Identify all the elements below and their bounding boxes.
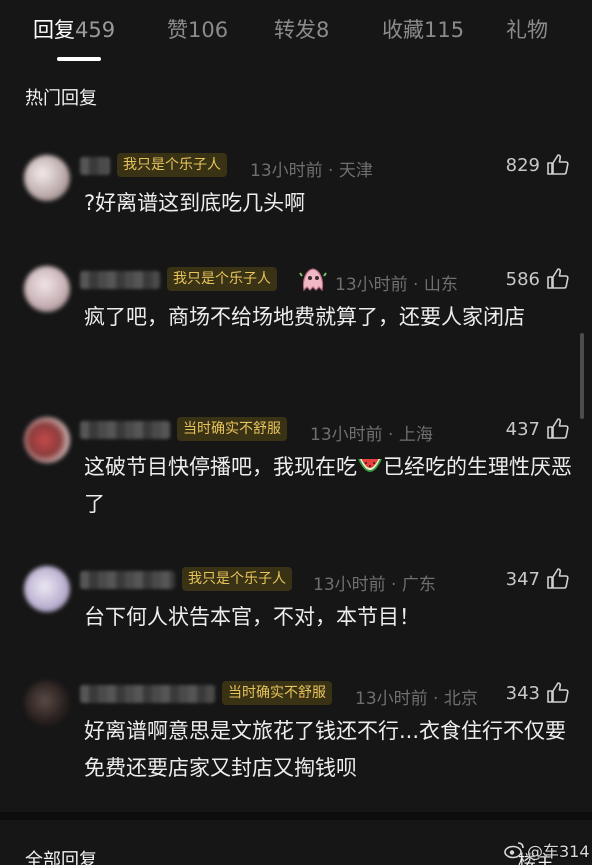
like-button[interactable]: 586 (506, 267, 570, 291)
hot-replies-title: 热门回复 (25, 88, 97, 109)
scrollbar[interactable] (580, 333, 584, 419)
username-blurred[interactable] (80, 685, 215, 703)
fan-badge[interactable]: 我只是个乐子人 (117, 153, 227, 177)
username-blurred[interactable] (80, 571, 175, 589)
active-tab-indicator (57, 57, 101, 61)
avatar[interactable] (24, 680, 70, 726)
comment-meta: 13小时前 · 天津 (250, 161, 373, 181)
comment-text: ?好离谱这到底吃几头啊 (84, 191, 306, 215)
thumbs-up-icon (547, 568, 569, 589)
all-replies-title: 全部回复 (25, 850, 97, 865)
avatar[interactable] (24, 266, 70, 312)
thumbs-up-icon (547, 154, 569, 175)
avatar[interactable] (24, 566, 70, 612)
watermark: @车314 (503, 838, 590, 862)
comment-time: 13小时前 (313, 575, 386, 595)
fan-badge[interactable]: 我只是个乐子人 (167, 267, 277, 291)
tab-replies-count: 459 (75, 18, 116, 42)
like-count: 829 (505, 154, 540, 176)
tab-reposts-label: 转发 (274, 18, 316, 42)
comment-text: 好离谱啊意思是文旅花了钱还不行...衣食住行不仅要免费还要店家又封店又掏钱呗 (84, 719, 567, 780)
tab-likes-count: 106 (188, 18, 229, 42)
thumbs-up-icon (547, 418, 569, 439)
comment-location: 天津 (338, 161, 373, 181)
comment-time: 13小时前 (250, 161, 323, 181)
like-button[interactable]: 343 (506, 681, 570, 705)
ghost-sticker-icon (299, 268, 327, 292)
thumbs-up-icon (547, 268, 569, 289)
like-count: 343 (505, 682, 540, 704)
tab-reposts-count: 8 (316, 18, 330, 42)
comment-time: 13小时前 (355, 689, 428, 709)
comment-meta: 13小时前 · 北京 (355, 689, 478, 709)
comment-meta: 13小时前 · 山东 (335, 275, 458, 295)
tab-favorites-label: 收藏 (382, 18, 424, 42)
comment-location: 上海 (398, 425, 433, 445)
tab-replies[interactable]: 回复459 (33, 14, 115, 44)
weibo-logo-icon (504, 842, 524, 859)
like-count: 586 (505, 268, 540, 290)
like-button[interactable]: 437 (506, 417, 570, 441)
fan-badge[interactable]: 当时确实不舒服 (177, 417, 287, 441)
comment-meta: 13小时前 · 广东 (313, 575, 436, 595)
thumbs-up-icon (547, 682, 569, 703)
like-count: 437 (505, 418, 540, 440)
tab-likes[interactable]: 赞106 (167, 14, 228, 44)
comment-text-part: 这破节目快停播吧，我现在吃 (84, 455, 357, 479)
fan-badge[interactable]: 我只是个乐子人 (182, 567, 292, 591)
tab-gifts-label: 礼物 (506, 18, 548, 42)
tab-favorites[interactable]: 收藏115 (382, 14, 464, 44)
comment-location: 山东 (423, 275, 458, 295)
tab-bar: 回复459 赞106 转发8 收藏115 礼物 (0, 0, 592, 62)
username-blurred[interactable] (80, 271, 160, 289)
like-button[interactable]: 829 (506, 153, 570, 177)
avatar[interactable] (24, 155, 70, 201)
watermark-text: @车314 (527, 842, 590, 861)
tab-likes-label: 赞 (167, 18, 188, 42)
comment-location: 北京 (443, 689, 478, 709)
tab-favorites-count: 115 (424, 18, 465, 42)
like-count: 347 (505, 568, 540, 590)
tab-reposts[interactable]: 转发8 (274, 14, 329, 44)
username-blurred[interactable] (80, 421, 170, 439)
comment-time: 13小时前 (335, 275, 408, 295)
comment-text: 台下何人状告本官，不对，本节目！ (84, 605, 420, 629)
comment-text: 疯了吧，商场不给场地费就算了，还要人家闭店 (84, 305, 525, 329)
username-blurred[interactable] (80, 157, 110, 175)
comment-text: 这破节目快停播吧，我现在吃 已经吃的生理性厌恶了 (84, 449, 574, 523)
comment-location: 广东 (401, 575, 436, 595)
avatar[interactable] (24, 417, 70, 463)
tab-replies-label: 回复 (33, 18, 75, 42)
comment-time: 13小时前 (310, 425, 383, 445)
like-button[interactable]: 347 (506, 567, 570, 591)
tab-gifts[interactable]: 礼物 (506, 14, 548, 44)
comment-meta: 13小时前 · 上海 (310, 425, 433, 445)
watermelon-emoji-icon (358, 459, 382, 472)
fan-badge[interactable]: 当时确实不舒服 (222, 681, 332, 705)
section-divider (0, 812, 592, 820)
